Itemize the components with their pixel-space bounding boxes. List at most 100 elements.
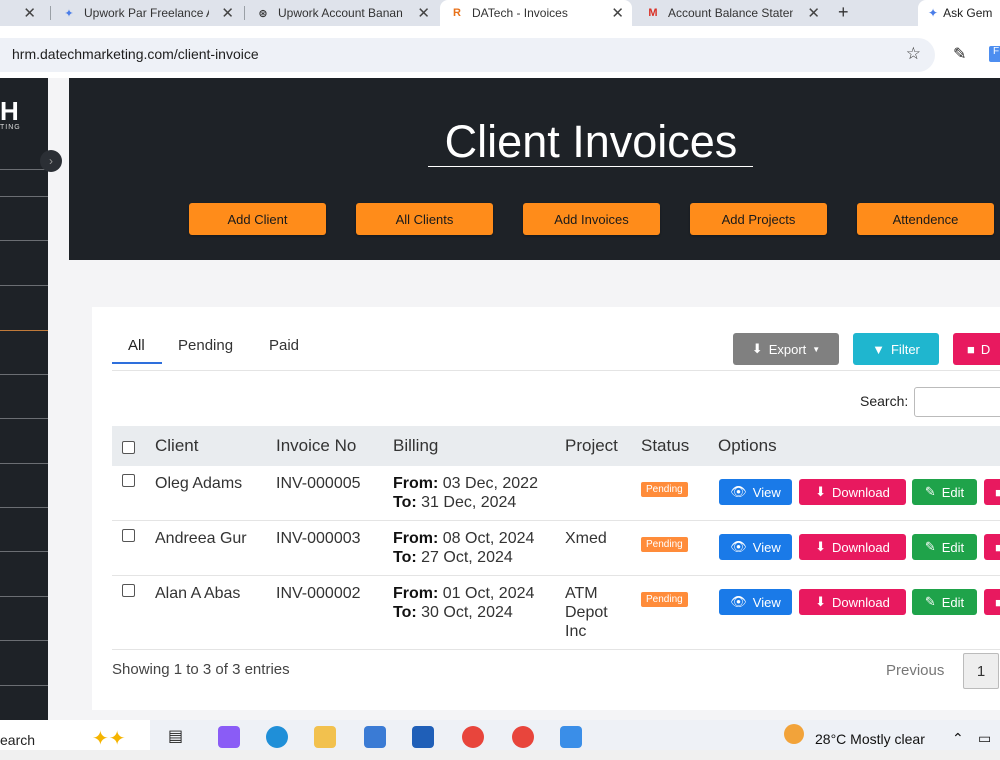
filter-button[interactable]: ▼ Filter	[853, 333, 939, 365]
column-status[interactable]: Status	[641, 436, 689, 456]
view-button[interactable]: 👁 View	[719, 534, 792, 560]
download-icon: ⬇	[815, 594, 827, 609]
edit-label: Edit	[941, 594, 965, 610]
tab-all[interactable]: All	[128, 337, 145, 354]
attendence-button[interactable]: Attendence	[857, 203, 994, 235]
sidebar-item[interactable]	[0, 551, 48, 552]
weather-text[interactable]: 28°C Mostly clear	[815, 731, 925, 747]
outlook-icon[interactable]	[412, 726, 434, 748]
column-billing[interactable]: Billing	[393, 436, 438, 456]
view-button[interactable]: 👁 View	[719, 479, 792, 505]
ask-gemini-button[interactable]: ✦ Ask Gem	[918, 0, 1000, 26]
extension-icon[interactable]: F	[989, 46, 1000, 62]
row-delete-button[interactable]: ■	[984, 589, 1000, 615]
weather-icon[interactable]	[784, 724, 804, 744]
row-checkbox[interactable]	[122, 474, 135, 487]
download-button[interactable]: ⬇ Download	[799, 479, 906, 505]
copilot-icon[interactable]	[218, 726, 240, 748]
column-project[interactable]: Project	[565, 436, 618, 456]
widgets-icon[interactable]: ▤	[168, 726, 190, 748]
download-button[interactable]: ⬇ Download	[799, 589, 906, 615]
billing-to: To: 31 Dec, 2024	[393, 493, 516, 512]
export-button[interactable]: ⬇ Export ▼	[733, 333, 839, 365]
add-invoices-button[interactable]: Add Invoices	[523, 203, 660, 235]
search-input[interactable]	[914, 387, 1000, 417]
close-icon[interactable]: ✕	[221, 4, 234, 22]
download-button[interactable]: ⬇ Download	[799, 534, 906, 560]
edit-button[interactable]: ✎ Edit	[912, 534, 977, 560]
download-label: Download	[832, 484, 890, 500]
chrome-profile-icon[interactable]	[512, 726, 534, 748]
invoice-number: INV-000002	[276, 585, 361, 602]
url-text[interactable]: hrm.datechmarketing.com/client-invoice	[12, 46, 259, 62]
tray-chevron-up-icon[interactable]: ⌃	[952, 730, 964, 747]
chevron-right-icon[interactable]: ›	[40, 150, 62, 172]
from-label: From:	[393, 475, 439, 492]
file-explorer-icon[interactable]	[314, 726, 336, 748]
divider	[112, 370, 1000, 371]
previous-page-button[interactable]: Previous	[886, 662, 944, 679]
sidebar-item-active[interactable]	[0, 330, 48, 331]
select-all-checkbox[interactable]	[122, 441, 135, 454]
sidebar-item[interactable]	[0, 507, 48, 508]
add-client-button[interactable]: Add Client	[189, 203, 326, 235]
tab-paid[interactable]: Paid	[269, 337, 299, 354]
sidebar-item[interactable]	[0, 196, 48, 197]
tab-upwork-freelance[interactable]: ✦ Upwork Par Freelance A ✕	[52, 0, 242, 26]
new-tab-plus-icon[interactable]: +	[838, 2, 849, 23]
windows-taskbar: earch ✦✦ ▤ 28°C Mostly clear ⌃ ▭	[0, 720, 1000, 750]
from-label: From:	[393, 585, 439, 602]
edit-button[interactable]: ✎ Edit	[912, 589, 977, 615]
delete-button[interactable]: ■ D	[953, 333, 1000, 365]
row-delete-button[interactable]: ■	[984, 479, 1000, 505]
sidebar-item[interactable]	[0, 685, 48, 686]
project-name: Xmed	[565, 530, 607, 547]
sidebar-item[interactable]	[0, 463, 48, 464]
filter-label: Filter	[890, 341, 920, 357]
page-1-button[interactable]: 1	[963, 653, 999, 689]
view-label: View	[752, 594, 781, 610]
tab-gmail[interactable]: M Account Balance Staten ✕	[636, 0, 828, 26]
sidebar-item[interactable]	[0, 640, 48, 641]
status-badge: Pending	[641, 482, 688, 497]
row-checkbox[interactable]	[122, 529, 135, 542]
table-row: Alan A Abas INV-000002 From: 01 Oct, 202…	[112, 576, 1000, 650]
tab-pending[interactable]: Pending	[178, 337, 233, 354]
network-icon[interactable]: ▭	[978, 730, 991, 747]
download-icon: ⬇	[815, 484, 827, 499]
close-icon[interactable]: ✕	[611, 4, 624, 22]
row-checkbox[interactable]	[122, 584, 135, 597]
eyedropper-icon[interactable]: ✎	[953, 44, 966, 64]
table-row: Andreea Gur INV-000003 From: 08 Oct, 202…	[112, 521, 1000, 576]
photos-icon[interactable]	[560, 726, 582, 748]
trash-icon: ■	[995, 484, 1000, 500]
page-header: Client Invoices Add Client All Clients A…	[69, 78, 1000, 260]
tab-close-partial[interactable]: ✕	[0, 0, 46, 26]
eye-icon: 👁	[730, 484, 747, 499]
sidebar-item[interactable]	[0, 418, 48, 419]
add-projects-button[interactable]: Add Projects	[690, 203, 827, 235]
edge-icon[interactable]	[266, 726, 288, 748]
tab-upwork-account[interactable]: ⊛ Upwork Account Banan ✕	[246, 0, 438, 26]
row-delete-button[interactable]: ■	[984, 534, 1000, 560]
view-label: View	[752, 539, 781, 555]
close-icon[interactable]: ✕	[807, 4, 820, 22]
edit-button[interactable]: ✎ Edit	[912, 479, 977, 505]
sidebar-item[interactable]	[0, 596, 48, 597]
chrome-icon[interactable]	[462, 726, 484, 748]
tab-datech-invoices[interactable]: R DATech - Invoices ✕	[440, 0, 632, 26]
close-icon[interactable]: ✕	[23, 4, 36, 22]
address-bar[interactable]: hrm.datechmarketing.com/client-invoice ☆	[0, 38, 935, 72]
sidebar-item[interactable]	[0, 240, 48, 241]
close-icon[interactable]: ✕	[417, 4, 430, 22]
copilot-sparkle-icon[interactable]: ✦✦	[92, 726, 142, 750]
sidebar-item[interactable]	[0, 374, 48, 375]
all-clients-button[interactable]: All Clients	[356, 203, 493, 235]
store-icon[interactable]	[364, 726, 386, 748]
column-client[interactable]: Client	[155, 436, 198, 456]
sidebar-item[interactable]	[0, 285, 48, 286]
column-invoice-no[interactable]: Invoice No	[276, 436, 356, 456]
bookmark-star-icon[interactable]: ☆	[906, 44, 921, 64]
sidebar-item[interactable]	[0, 169, 48, 170]
view-button[interactable]: 👁 View	[719, 589, 792, 615]
